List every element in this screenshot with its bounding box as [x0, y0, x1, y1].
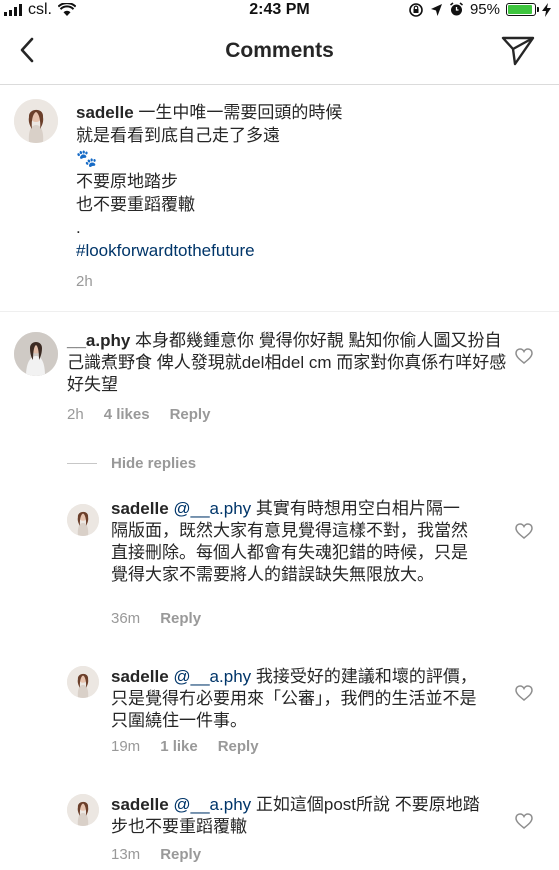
reply-username[interactable]: sadelle — [111, 795, 169, 814]
status-bar: csl. 2:43 PM 95% — [0, 0, 559, 22]
status-right: 95% — [408, 1, 551, 18]
comment-username[interactable]: __a.phy — [67, 331, 130, 350]
likes-count[interactable]: 1 like — [160, 738, 198, 755]
comment-time: 2h — [67, 406, 84, 423]
comment-meta: 2h 4 likes Reply — [67, 406, 210, 423]
reply-body: sadelle @__a.phy 其實有時想用空白相片隔一隔版面，既然大家有意見… — [111, 498, 471, 586]
reply-button[interactable]: Reply — [160, 610, 201, 627]
reply-item: sadelle @__a.phy 正如這個post所說 不要原地踏步也不要重蹈覆… — [0, 788, 559, 870]
likes-count[interactable]: 4 likes — [104, 406, 150, 423]
battery-icon — [506, 3, 539, 16]
reply-meta: 36m Reply — [111, 610, 201, 627]
hide-replies-label: Hide replies — [111, 455, 197, 472]
caption-username[interactable]: sadelle — [76, 103, 134, 122]
reply-meta: 19m 1 like Reply — [111, 738, 259, 755]
reply-body: sadelle @__a.phy 正如這個post所說 不要原地踏步也不要重蹈覆… — [111, 794, 481, 838]
caption-line: 不要原地踏步 — [76, 172, 178, 191]
comment-item: __a.phy 本身都幾鍾意你 覺得你好靚 點知你偷人圖又扮自己識煮野食 俾人發… — [0, 312, 559, 442]
hashtag-link[interactable]: #lookforwardtothefuture — [76, 239, 536, 262]
caption-text: sadelle 一生中唯一需要回頭的時候 就是看看到底自己走了多遠 🐾 不要原地… — [76, 101, 536, 293]
reply-time: 19m — [111, 738, 141, 755]
avatar[interactable] — [67, 666, 99, 698]
caption-line: 一生中唯一需要回頭的時候 — [138, 103, 343, 122]
reply-meta: 13m Reply — [111, 846, 201, 863]
location-icon — [430, 3, 442, 16]
avatar[interactable] — [67, 504, 99, 536]
direct-send-icon[interactable] — [501, 35, 535, 67]
post-caption: sadelle 一生中唯一需要回頭的時候 就是看看到底自己走了多遠 🐾 不要原地… — [0, 85, 559, 312]
caption-line: 也不要重蹈覆轍 — [76, 195, 195, 214]
comment-text: 本身都幾鍾意你 覺得你好靚 點知你偷人圖又扮自己識煮野食 俾人發現就del相de… — [67, 331, 507, 394]
charging-icon — [542, 2, 551, 17]
avatar[interactable] — [14, 332, 58, 376]
alarm-icon — [450, 2, 463, 16]
reply-item: sadelle @__a.phy 其實有時想用空白相片隔一隔版面，既然大家有意見… — [0, 490, 559, 640]
reply-button[interactable]: Reply — [170, 406, 211, 423]
divider — [67, 463, 97, 464]
mention-link[interactable]: @__a.phy — [173, 499, 251, 518]
caption-line: 就是看看到底自己走了多遠 — [76, 126, 280, 145]
reply-item: sadelle @__a.phy 我接受好的建議和壞的評價，只是覺得冇必要用來「… — [0, 660, 559, 770]
reply-time: 13m — [111, 846, 141, 863]
heart-icon[interactable] — [515, 523, 533, 539]
heart-icon[interactable] — [515, 813, 533, 829]
reply-username[interactable]: sadelle — [111, 499, 169, 518]
caption-line: . — [76, 218, 81, 237]
paw-emoji: 🐾 — [76, 149, 98, 168]
mention-link[interactable]: @__a.phy — [173, 667, 251, 686]
reply-username[interactable]: sadelle — [111, 667, 169, 686]
reply-button[interactable]: Reply — [160, 846, 201, 863]
comments-header: Comments — [0, 22, 559, 85]
heart-icon[interactable] — [515, 348, 533, 364]
caption-time: 2h — [76, 273, 93, 290]
rotation-lock-icon — [409, 2, 423, 17]
page-title: Comments — [225, 39, 334, 62]
reply-body: sadelle @__a.phy 我接受好的建議和壞的評價，只是覺得冇必要用來「… — [111, 666, 481, 732]
reply-button[interactable]: Reply — [218, 738, 259, 755]
heart-icon[interactable] — [515, 685, 533, 701]
battery-percent: 95% — [469, 1, 500, 18]
avatar[interactable] — [67, 794, 99, 826]
avatar[interactable] — [14, 99, 58, 143]
hide-replies-toggle[interactable]: Hide replies — [67, 455, 196, 472]
reply-time: 36m — [111, 610, 141, 627]
comment-body: __a.phy 本身都幾鍾意你 覺得你好靚 點知你偷人圖又扮自己識煮野食 俾人發… — [67, 330, 507, 396]
mention-link[interactable]: @__a.phy — [173, 795, 251, 814]
